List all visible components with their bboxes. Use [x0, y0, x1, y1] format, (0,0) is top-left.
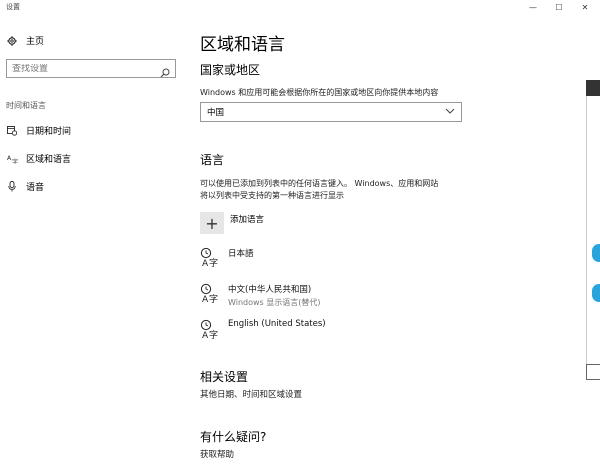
country-value: 中国: [207, 108, 225, 118]
language-description-line1: 可以使用已添加到列表中的任何语言键入。 Windows、应用和网站: [200, 179, 439, 188]
language-item-japanese[interactable]: A字 日本語: [200, 247, 254, 271]
language-name: 日本語: [228, 249, 254, 259]
language-heading: 语言: [200, 153, 225, 167]
svg-text:字: 字: [209, 293, 218, 305]
svg-text:字: 字: [12, 158, 18, 164]
plus-icon: +: [200, 212, 224, 234]
window-title: 设置: [6, 3, 20, 11]
language-item-chinese[interactable]: A字 中文(中华人民共和国) Windows 显示语言(替代): [200, 283, 321, 307]
svg-text:字: 字: [209, 329, 218, 341]
sidebar-item-label: 区域和语言: [26, 155, 72, 165]
home-label: 主页: [26, 37, 45, 47]
related-settings-heading: 相关设置: [200, 370, 249, 384]
close-button[interactable]: ✕: [572, 0, 598, 14]
search-icon[interactable]: [160, 63, 170, 82]
sidebar-item-speech[interactable]: 语音: [6, 180, 44, 193]
sidebar-item-label: 语音: [26, 183, 45, 193]
add-language-label: 添加语言: [230, 215, 265, 225]
microphone-icon: [6, 181, 18, 192]
other-date-time-region-link[interactable]: 其他日期、时间和区域设置: [200, 388, 302, 400]
edge-bubble-icon[interactable]: [592, 244, 600, 262]
search-input[interactable]: [7, 63, 152, 74]
settings-window: 设置 — ☐ ✕ 主页 时间和语言 日期和时间 A字: [0, 0, 600, 466]
sidebar-item-date-time[interactable]: 日期和时间: [6, 124, 71, 137]
page-title: 区域和语言: [200, 35, 285, 55]
sidebar-item-region-language[interactable]: A字 区域和语言: [6, 152, 72, 166]
edge-bar[interactable]: [586, 80, 600, 96]
get-help-link[interactable]: 获取帮助: [200, 448, 234, 460]
minimize-button[interactable]: —: [520, 0, 546, 14]
language-icon: A字: [200, 283, 222, 307]
maximize-button[interactable]: ☐: [546, 0, 572, 14]
main-content: 区域和语言 国家或地区 Windows 和应用可能会根据你所在的国家或地区向你提…: [200, 14, 580, 466]
sidebar: 主页 时间和语言 日期和时间 A字 区域和语言 语音: [0, 14, 182, 466]
region-description: Windows 和应用可能会根据你所在的国家或地区向你提供本地内容: [200, 88, 439, 97]
language-icon: A字: [200, 247, 222, 271]
language-icon: A字: [200, 319, 222, 343]
sidebar-item-label: 日期和时间: [26, 127, 72, 137]
edge-divider: [586, 96, 587, 376]
language-item-english[interactable]: A字 English (United States): [200, 319, 326, 343]
svg-text:A: A: [202, 331, 209, 341]
region-language-icon: A字: [6, 154, 18, 164]
svg-text:字: 字: [209, 257, 218, 269]
language-name: 中文(中华人民共和国): [228, 285, 312, 295]
home-nav-item[interactable]: 主页: [6, 34, 44, 47]
section-label: 时间和语言: [6, 101, 46, 110]
add-language-button[interactable]: + 添加语言: [200, 212, 264, 234]
help-heading: 有什么疑问?: [200, 430, 267, 444]
edge-bubble-icon[interactable]: [592, 284, 600, 302]
language-sub-label: Windows 显示语言(替代): [228, 298, 321, 307]
region-heading: 国家或地区: [200, 63, 261, 77]
edge-box[interactable]: [586, 364, 600, 380]
search-box[interactable]: [6, 59, 176, 78]
gear-icon: [6, 35, 18, 46]
title-bar: 设置 — ☐ ✕: [0, 0, 600, 14]
chevron-down-icon: [445, 106, 455, 119]
language-description-line2: 将以列表中受支持的第一种语言进行显示: [200, 191, 344, 200]
svg-text:A: A: [202, 259, 209, 269]
language-name: English (United States): [228, 319, 326, 329]
country-dropdown[interactable]: 中国: [200, 102, 462, 122]
svg-text:A: A: [202, 295, 209, 305]
calendar-clock-icon: [6, 125, 18, 136]
edge-helper-panel: [586, 80, 600, 380]
